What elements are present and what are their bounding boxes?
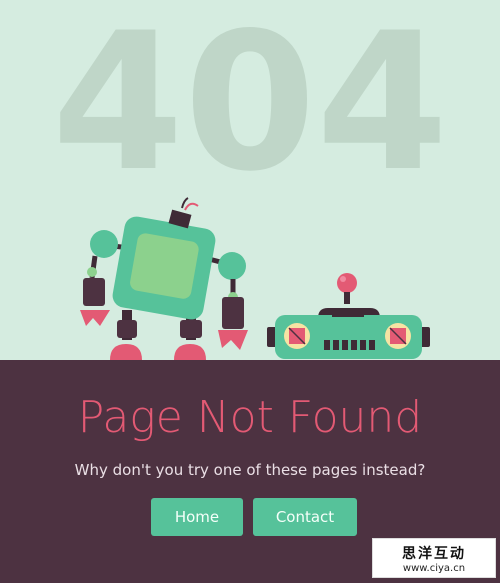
page-title: Page Not Found (77, 392, 423, 443)
page-subtitle: Why don't you try one of these pages ins… (74, 461, 426, 479)
home-button[interactable]: Home (151, 498, 243, 536)
fallen-robot (267, 273, 430, 359)
watermark: 思洋互动 www.ciya.cn (372, 538, 496, 578)
broken-robots-illustration (80, 197, 430, 360)
error-page: 404 Page Not Found Why don't you try one… (0, 0, 500, 583)
standing-robot (80, 197, 248, 360)
watermark-url: www.ciya.cn (402, 563, 466, 574)
watermark-text: 思洋互动 (402, 546, 466, 562)
contact-button[interactable]: Contact (253, 498, 357, 536)
